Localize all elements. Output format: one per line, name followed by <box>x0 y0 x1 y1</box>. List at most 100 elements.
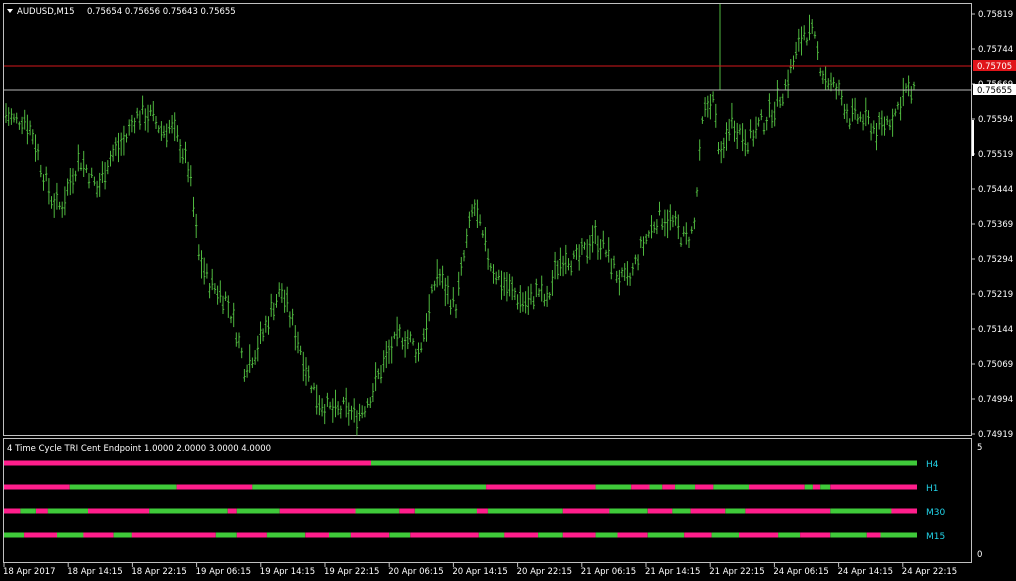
indicator-scale-bottom: 0 <box>977 550 982 560</box>
price-axis: 0.758190.757440.756690.755940.755190.754… <box>971 10 1013 440</box>
cycle-segment <box>69 484 177 490</box>
indicator-title: 4 Time Cycle TRI Cent Endpoint 1.0000 2.… <box>7 444 271 454</box>
cycle-segment <box>866 532 881 538</box>
timeframe-label-m30: M30 <box>926 508 945 518</box>
cycle-segment <box>562 532 596 538</box>
timeframe-label-h4: H4 <box>926 460 939 470</box>
cycle-segment <box>389 532 411 538</box>
cycle-segment <box>745 508 831 514</box>
price-tick-label: 0.74919 <box>978 430 1013 440</box>
indicator-scale-top: 5 <box>977 443 982 453</box>
price-tick-label: 0.75819 <box>978 10 1013 20</box>
cycle-segment <box>236 508 280 514</box>
time-tick-label: 20 Apr 22:15 <box>517 567 572 577</box>
indicator-panel[interactable] <box>3 438 972 563</box>
time-tick-label: 19 Apr 22:15 <box>324 567 379 577</box>
time-tick-label: 19 Apr 06:15 <box>196 567 251 577</box>
timeframe-label-h1: H1 <box>926 484 939 494</box>
price-tick-label: 0.75444 <box>978 185 1013 195</box>
cycle-segment <box>371 460 917 466</box>
time-tick-label: 20 Apr 06:15 <box>388 567 443 577</box>
cycle-segment <box>305 532 329 538</box>
cycle-segment <box>4 460 371 466</box>
cycle-segment <box>820 484 831 490</box>
price-tick-label: 0.75219 <box>978 290 1013 300</box>
cycle-segment <box>800 532 831 538</box>
cycle-segment <box>725 508 746 514</box>
price-panel[interactable] <box>3 3 972 436</box>
cycle-segment <box>649 484 663 490</box>
cycle-segment <box>891 508 917 514</box>
cycle-segment <box>131 532 216 538</box>
ask-price-label: 0.75705 <box>977 62 1012 72</box>
cycle-segment <box>215 532 237 538</box>
cycle-segment <box>24 532 58 538</box>
cycle-segment <box>88 508 150 514</box>
time-tick-label: 19 Apr 14:15 <box>260 567 315 577</box>
cycle-segment <box>350 532 390 538</box>
cycle-segment <box>266 532 306 538</box>
cycle-segment <box>830 508 892 514</box>
cycle-segment <box>279 508 356 514</box>
cycle-segment <box>478 532 505 538</box>
cycle-segment <box>595 484 632 490</box>
cycle-segment <box>778 532 801 538</box>
cycle-segment <box>749 484 805 490</box>
cycle-segment <box>36 508 48 514</box>
price-tick-label: 0.75294 <box>978 255 1013 265</box>
time-tick-label: 24 Apr 06:15 <box>773 567 828 577</box>
cycle-segment <box>252 484 486 490</box>
cycle-segment <box>562 508 610 514</box>
cycle-segment <box>355 508 400 514</box>
price-tick-label: 0.75519 <box>978 150 1013 160</box>
cycle-segment <box>4 508 21 514</box>
cycle-segment <box>504 532 539 538</box>
price-tick-label: 0.75144 <box>978 325 1013 335</box>
cycle-segment <box>486 484 596 490</box>
cycle-segment <box>739 532 779 538</box>
time-tick-label: 24 Apr 14:15 <box>838 567 893 577</box>
time-tick-label: 18 Apr 2017 <box>3 567 56 577</box>
price-tick-label: 0.75069 <box>978 360 1013 370</box>
time-axis: 18 Apr 2017 18 Apr 14:15 18 Apr 22:15 19 Ap… <box>3 563 957 577</box>
price-tick-label: 0.75744 <box>978 45 1013 55</box>
cycle-segment <box>414 508 477 514</box>
cycle-segment <box>83 532 114 538</box>
time-tick-label: 18 Apr 14:15 <box>67 567 122 577</box>
cycle-segment <box>880 532 917 538</box>
cycle-segment <box>631 484 650 490</box>
cycle-segment <box>410 532 479 538</box>
cycle-segment <box>647 508 673 514</box>
chart-window[interactable]: AUDUSD,M15 0.75654 0.75656 0.75643 0.756… <box>0 0 1016 581</box>
cycle-segment <box>487 508 563 514</box>
cycle-segment <box>672 508 691 514</box>
cycle-segment <box>662 484 676 490</box>
cycle-segment <box>4 532 25 538</box>
cycle-segment <box>595 532 618 538</box>
cycle-segment <box>713 484 749 490</box>
cycle-segment <box>609 508 648 514</box>
ohlc-values: 0.75654 0.75656 0.75643 0.75655 <box>87 7 236 17</box>
chart-shift-marker[interactable] <box>972 120 974 156</box>
cycle-segment <box>236 532 267 538</box>
cycle-segment <box>47 508 88 514</box>
price-tick-label: 0.74994 <box>978 395 1013 405</box>
time-tick-label: 20 Apr 14:15 <box>452 567 507 577</box>
cycle-segment <box>830 532 867 538</box>
cycle-segment <box>176 484 253 490</box>
cycle-segment <box>329 532 351 538</box>
cycle-segment <box>804 484 813 490</box>
cycle-segment <box>57 532 84 538</box>
time-tick-label: 24 Apr 22:15 <box>902 567 957 577</box>
cycle-segment <box>830 484 917 490</box>
time-tick-label: 21 Apr 06:15 <box>581 567 636 577</box>
price-tick-label: 0.75369 <box>978 220 1013 230</box>
cycle-segment <box>684 532 712 538</box>
cycle-segment <box>476 508 488 514</box>
cycle-segment <box>812 484 821 490</box>
bid-price-label: 0.75655 <box>977 86 1012 96</box>
timeframe-label-m15: M15 <box>926 532 945 542</box>
price-tick-label: 0.75594 <box>978 115 1013 125</box>
cycle-segment <box>227 508 237 514</box>
time-tick-label: 21 Apr 22:15 <box>709 567 764 577</box>
